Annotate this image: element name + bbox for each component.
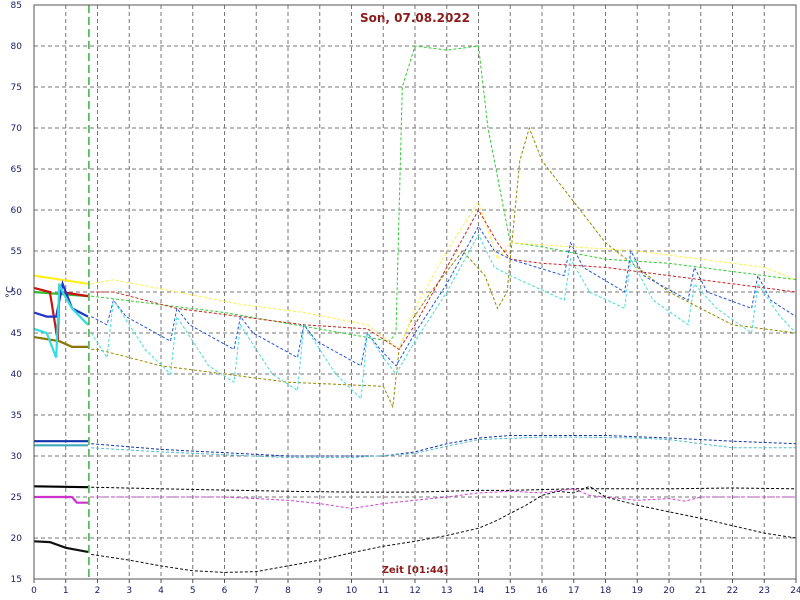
x-tick-label-16: 16 [536,586,548,596]
x-tick-label-14: 14 [473,586,485,596]
series-line-19 [33,485,89,489]
x-tick-label-7: 7 [253,586,259,596]
y-tick-label-30: 30 [11,452,23,462]
x-tick-label-23: 23 [759,586,770,596]
y-tick-label-55: 55 [11,247,22,257]
x-tick-label-18: 18 [600,586,612,596]
y-tick-label-40: 40 [11,370,23,380]
x-tick-label-3: 3 [126,586,132,596]
x-tick-label-15: 15 [505,586,516,596]
x-tick-label-5: 5 [190,586,196,596]
y-tick-label-70: 70 [11,124,23,134]
series-line-6 [91,435,797,457]
series-line-10 [91,485,797,573]
grid [34,5,796,579]
x-tick-label-9: 9 [317,586,323,596]
x-tick-label-8: 8 [285,586,291,596]
temperature-chart: Son, 07.08.2022 Zeit [01:44] °C 01234567… [5,1,800,596]
x-tick-label-12: 12 [409,586,420,596]
x-tick-label-2: 2 [95,586,101,596]
x-tick-label-0: 0 [31,586,37,596]
y-tick-label-25: 25 [11,493,22,503]
series-line-20 [34,495,88,504]
series-line-14 [33,336,88,348]
series-line-1 [91,126,797,409]
y-tick-label-15: 15 [11,575,22,585]
y-tick-label-75: 75 [11,83,22,93]
x-tick-label-24: 24 [790,586,800,596]
series-line-7 [91,436,796,459]
x-tick-label-10: 10 [346,586,358,596]
x-tick-label-4: 4 [158,586,164,596]
x-tick-label-1: 1 [63,586,69,596]
y-tick-label-45: 45 [11,329,22,339]
y-tick-label-60: 60 [11,206,23,216]
y-tick-label-65: 65 [11,165,22,175]
y-tick-label-85: 85 [11,1,22,11]
series-line-21 [33,540,89,553]
x-tick-label-13: 13 [441,586,452,596]
series-line-8 [91,486,797,493]
y-tick-label-35: 35 [11,411,22,421]
x-tick-label-11: 11 [378,586,389,596]
x-tick-label-21: 21 [695,586,706,596]
x-tick-label-20: 20 [663,586,675,596]
x-tick-label-22: 22 [727,586,738,596]
series-line-11 [33,274,89,285]
x-tick-label-6: 6 [222,586,228,596]
y-tick-label-80: 80 [11,42,23,52]
x-tick-label-19: 19 [632,586,644,596]
y-tick-label-20: 20 [11,534,23,544]
y-tick-label-50: 50 [11,288,23,298]
x-tick-label-17: 17 [568,586,579,596]
